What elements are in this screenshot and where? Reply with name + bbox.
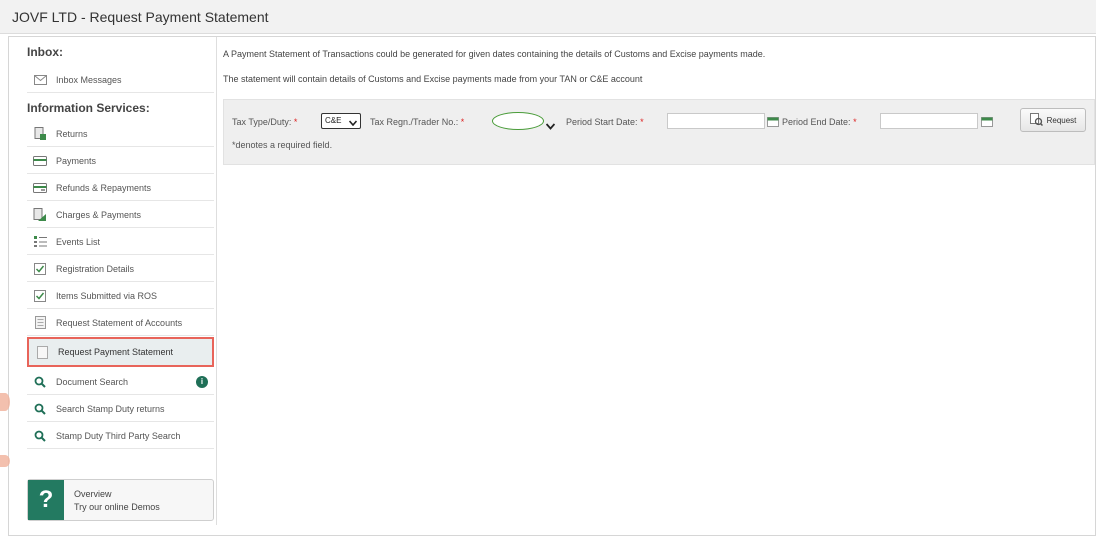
edge-mark xyxy=(0,455,10,467)
sidebar-item-label: Document Search xyxy=(56,376,129,387)
tax-type-label: Tax Type/Duty: * xyxy=(232,117,298,127)
main-content: A Payment Statement of Transactions coul… xyxy=(223,37,1095,525)
online-demos-link[interactable]: Try our online Demos xyxy=(74,502,160,512)
document-icon xyxy=(35,345,49,359)
document-icon xyxy=(33,316,47,330)
charges-icon xyxy=(33,207,47,222)
trader-number-value xyxy=(492,112,544,130)
request-document-icon xyxy=(1029,112,1043,128)
sidebar-item-refunds-repayments[interactable]: Refunds & Repayments xyxy=(27,175,214,201)
sidebar-item-label: Search Stamp Duty returns xyxy=(56,403,165,414)
main-frame: Inbox: Inbox Messages Information Servic… xyxy=(8,36,1096,536)
edge-mark xyxy=(0,393,10,411)
sidebar: Inbox: Inbox Messages Information Servic… xyxy=(17,37,217,525)
info-badge-icon[interactable]: i xyxy=(196,376,208,388)
envelope-icon xyxy=(33,73,47,87)
intro-text-2: The statement will contain details of Cu… xyxy=(223,74,643,84)
sidebar-item-label: Charges & Payments xyxy=(56,209,142,220)
sidebar-item-events-list[interactable]: Events List xyxy=(27,229,214,255)
window-titlebar: JOVF LTD - Request Payment Statement xyxy=(0,0,1096,34)
request-form-panel: Tax Type/Duty: * C&E Tax Regn./Trader No… xyxy=(223,99,1095,165)
sidebar-item-charges-payments[interactable]: Charges & Payments xyxy=(27,202,214,228)
card-icon xyxy=(33,154,47,168)
sidebar-item-label: Payments xyxy=(56,155,97,166)
period-start-input[interactable] xyxy=(667,113,765,129)
checkbox-icon xyxy=(33,262,47,276)
refund-card-icon xyxy=(33,181,47,195)
sidebar-item-returns[interactable]: Returns xyxy=(27,121,214,147)
sidebar-item-inbox-messages[interactable]: Inbox Messages xyxy=(27,67,214,93)
sidebar-item-document-search[interactable]: Document Search i xyxy=(27,369,214,395)
inbox-heading: Inbox: xyxy=(27,45,63,59)
trader-number-label: Tax Regn./Trader No.: * xyxy=(370,117,465,127)
sidebar-item-label: Returns xyxy=(56,128,88,139)
sidebar-item-stamp-duty-third-party[interactable]: Stamp Duty Third Party Search xyxy=(27,423,214,449)
information-services-heading: Information Services: xyxy=(27,101,150,115)
period-end-input[interactable] xyxy=(880,113,978,129)
returns-icon xyxy=(33,126,47,141)
sidebar-item-label: Registration Details xyxy=(56,263,135,274)
help-question-icon: ? xyxy=(28,480,64,520)
page-title: JOVF LTD - Request Payment Statement xyxy=(12,9,269,25)
sidebar-item-label: Events List xyxy=(56,236,101,247)
chevron-down-icon xyxy=(348,117,358,130)
sidebar-item-items-submitted-ros[interactable]: Items Submitted via ROS xyxy=(27,283,214,309)
checkbox-icon xyxy=(33,289,47,303)
list-icon xyxy=(33,235,47,249)
online-demos-box[interactable]: ? Overview Try our online Demos xyxy=(27,479,214,521)
intro-text-1: A Payment Statement of Transactions coul… xyxy=(223,49,766,59)
required-field-note: *denotes a required field. xyxy=(232,140,333,150)
sidebar-item-request-payment-statement[interactable]: Request Payment Statement xyxy=(27,337,214,367)
sidebar-item-search-stamp-duty[interactable]: Search Stamp Duty returns xyxy=(27,396,214,422)
sidebar-item-label: Inbox Messages xyxy=(56,74,122,85)
sidebar-item-registration-details[interactable]: Registration Details xyxy=(27,256,214,282)
calendar-icon[interactable] xyxy=(767,114,779,127)
calendar-icon[interactable] xyxy=(981,114,993,127)
search-icon xyxy=(33,429,47,443)
period-end-label: Period End Date: * xyxy=(782,117,857,127)
sidebar-item-label: Refunds & Repayments xyxy=(56,182,152,193)
search-icon xyxy=(33,402,47,416)
request-button[interactable]: Request xyxy=(1020,108,1086,132)
sidebar-item-label: Stamp Duty Third Party Search xyxy=(56,430,181,441)
tax-type-select[interactable]: C&E xyxy=(321,113,361,129)
period-start-label: Period Start Date: * xyxy=(566,117,644,127)
sidebar-item-request-statement-accounts[interactable]: Request Statement of Accounts xyxy=(27,310,214,336)
search-icon xyxy=(33,375,47,389)
sidebar-item-label: Items Submitted via ROS xyxy=(56,290,158,301)
request-button-label: Request xyxy=(1046,115,1077,125)
trader-number-select[interactable] xyxy=(492,112,558,130)
sidebar-item-payments[interactable]: Payments xyxy=(27,148,214,174)
overview-link[interactable]: Overview xyxy=(74,489,112,499)
sidebar-item-label: Request Payment Statement xyxy=(58,347,174,357)
chevron-down-icon xyxy=(545,117,556,135)
sidebar-item-label: Request Statement of Accounts xyxy=(56,317,183,328)
